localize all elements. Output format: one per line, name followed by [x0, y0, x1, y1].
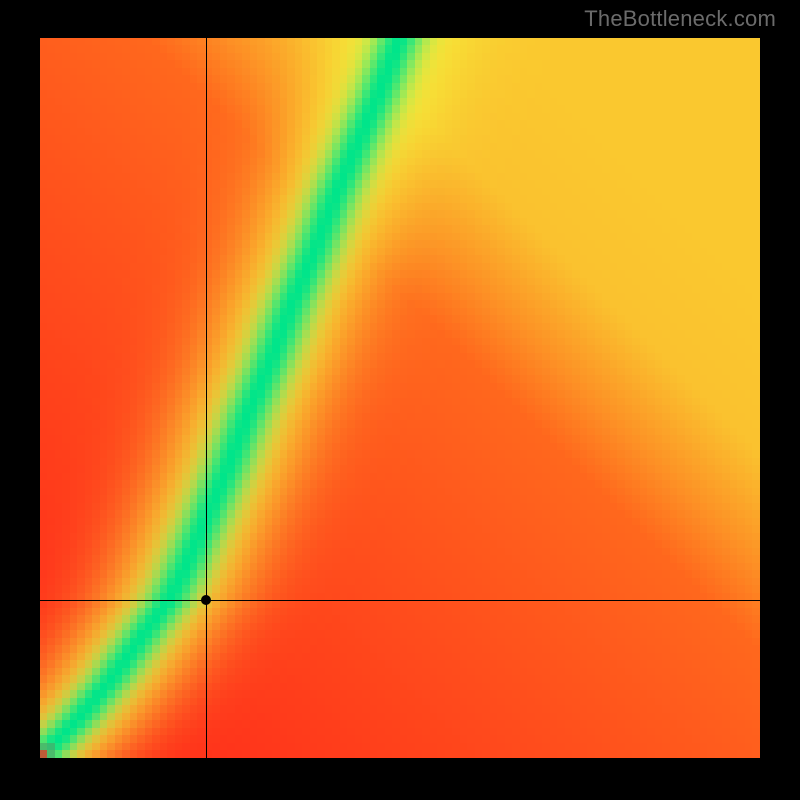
chart-frame: TheBottleneck.com: [0, 0, 800, 800]
heatmap-canvas: [40, 38, 760, 758]
watermark-text: TheBottleneck.com: [584, 6, 776, 32]
